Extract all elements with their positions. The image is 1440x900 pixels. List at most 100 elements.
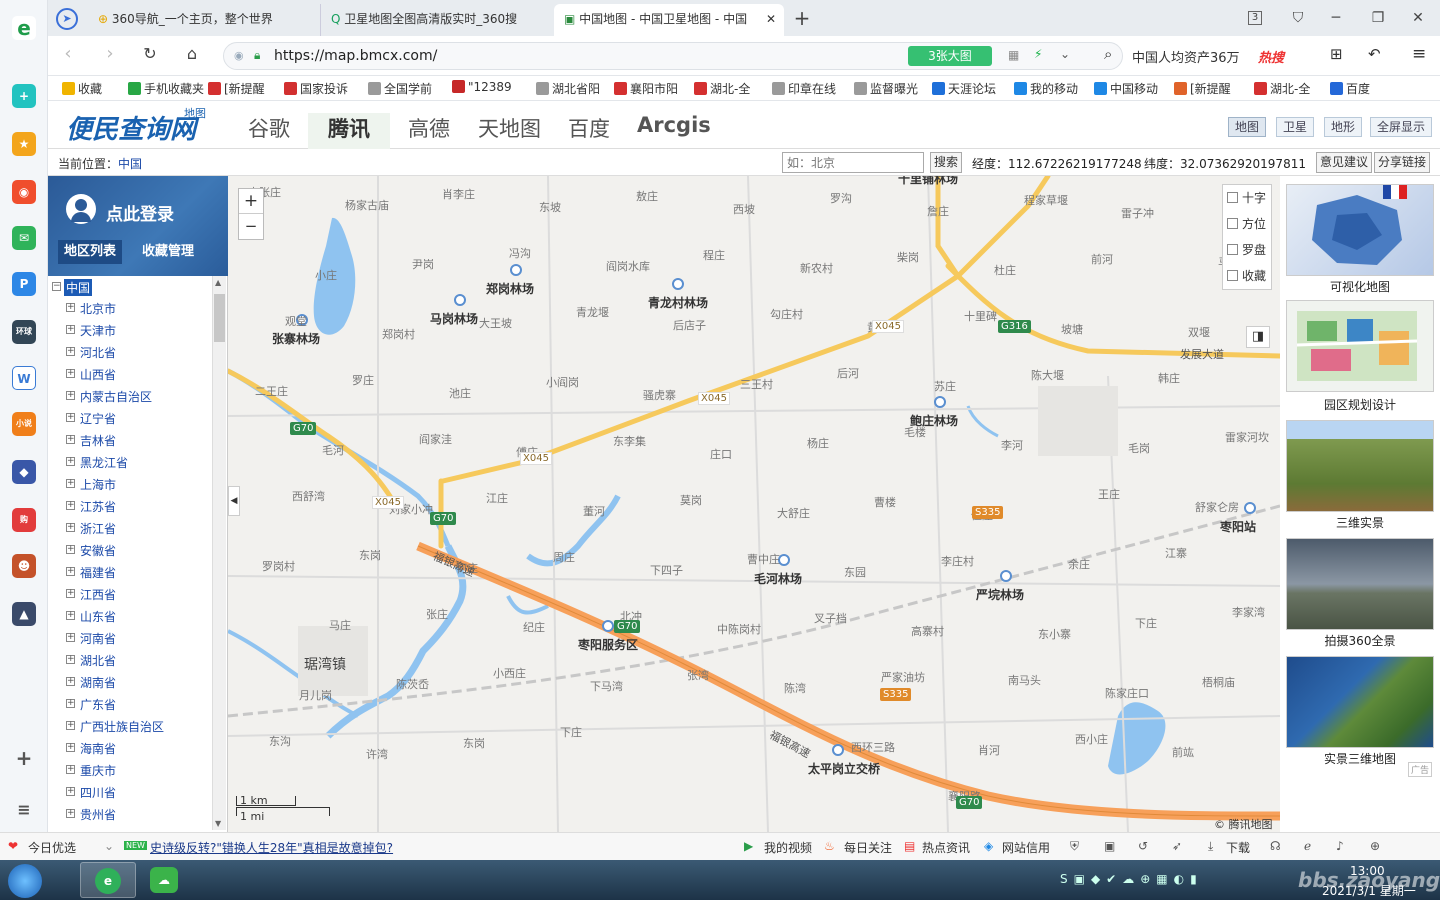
feedback-button[interactable]: 意见建议 [1316, 152, 1373, 173]
tab-tencent[interactable]: 腾讯 [308, 113, 390, 152]
tab-count-badge[interactable]: 3 [1248, 11, 1262, 25]
doc-icon[interactable]: W [12, 366, 36, 390]
status-item-video[interactable]: 我的视频 [764, 839, 812, 856]
status-item-daily[interactable]: 今日优选 [28, 839, 76, 856]
tab-region-list[interactable]: 地区列表 [58, 240, 123, 264]
region-item[interactable]: 湖北省 [80, 652, 116, 669]
tab-arcgis[interactable]: Arcgis [637, 113, 711, 137]
region-item[interactable]: 河南省 [80, 630, 116, 647]
region-item[interactable]: 上海市 [80, 476, 116, 493]
status-item-focus[interactable]: 每日关注 [844, 839, 892, 856]
collapse-icon[interactable]: − [52, 282, 61, 291]
zoom-out-button[interactable]: − [239, 214, 263, 239]
bookmark-16[interactable]: 百度 [1330, 80, 1370, 97]
screenshot-badge[interactable]: 3张大图 [908, 46, 992, 66]
poi-pin-icon[interactable] [1000, 570, 1012, 582]
region-item[interactable]: 广西壮族自治区 [80, 718, 164, 735]
share-link-button[interactable]: 分享链接 [1374, 152, 1431, 173]
site-logo[interactable]: 便民查询网 地图 [66, 105, 216, 145]
region-item[interactable]: 贵州省 [80, 806, 116, 823]
bookmark-10[interactable]: 监督曝光 [854, 80, 918, 97]
region-item[interactable]: 河北省 [80, 344, 116, 361]
region-item[interactable]: 重庆市 [80, 762, 116, 779]
expand-icon[interactable]: + [66, 501, 75, 510]
panorama-thumb[interactable] [1286, 538, 1434, 630]
home-button[interactable]: ⌂ [182, 44, 202, 64]
region-item[interactable]: 海南省 [80, 740, 116, 757]
undo-icon[interactable]: ↶ [1368, 45, 1381, 63]
poi-label[interactable]: 严垸林场 [976, 586, 1024, 603]
checkbox[interactable] [1227, 270, 1238, 281]
bookmark-3[interactable]: 国家投诉 [284, 80, 348, 97]
visual-map-label[interactable]: 可视化地图 [1280, 278, 1440, 295]
poi-label[interactable]: 张寨林场 [272, 330, 320, 347]
refresh-button[interactable]: ↻ [140, 44, 160, 64]
taskbar-wechat[interactable]: ☁ [140, 862, 190, 898]
checkbox[interactable] [1227, 218, 1238, 229]
poi-label[interactable]: 太平岗立交桥 [808, 760, 880, 777]
expand-icon[interactable]: + [66, 655, 75, 664]
bookmark-1[interactable]: 手机收藏夹 [128, 80, 204, 97]
poi-pin-icon[interactable] [672, 278, 684, 290]
expand-icon[interactable]: + [66, 523, 75, 532]
region-item[interactable]: 四川省 [80, 784, 116, 801]
region-item[interactable]: 天津市 [80, 322, 116, 339]
close-window-button[interactable]: ✕ [1408, 8, 1428, 28]
expand-icon[interactable]: + [66, 435, 75, 444]
back-button[interactable]: ‹ [58, 44, 78, 64]
poi-label[interactable]: 枣阳站 [1220, 518, 1256, 535]
rocket-icon[interactable]: ➶ [1172, 839, 1182, 853]
tab-3-active[interactable]: ▣ 中国地图 - 中国卫星地图 - 中国 ✕ [554, 4, 784, 36]
fullscreen-button[interactable]: 全屏显示 [1370, 117, 1433, 137]
expand-icon[interactable]: + [66, 391, 75, 400]
security-icon[interactable]: ⛨ [1070, 839, 1079, 854]
region-item[interactable]: 安徽省 [80, 542, 116, 559]
3d-scene-thumb[interactable] [1286, 420, 1434, 512]
login-link[interactable]: 点此登录 [106, 200, 174, 225]
game-icon[interactable]: ◆ [12, 460, 36, 484]
expand-icon[interactable]: + [66, 721, 75, 730]
shop-icon[interactable]: 购 [12, 508, 36, 532]
zoom-in-button[interactable]: + [239, 189, 263, 214]
bookmark-6[interactable]: 湖北省阳 [536, 80, 600, 97]
expand-icon[interactable]: + [66, 567, 75, 576]
bookmark-11[interactable]: 天涯论坛 [932, 80, 996, 97]
image-icon[interactable]: ▣ [1104, 839, 1115, 853]
map-toggle-0[interactable]: 十字 [1227, 189, 1266, 206]
region-item[interactable]: 江西省 [80, 586, 116, 603]
news-app-icon[interactable]: 环球 [12, 320, 36, 344]
apps-grid-icon[interactable]: ⊞ [1330, 45, 1343, 63]
tab-baidu[interactable]: 百度 [568, 113, 610, 143]
bookmark-15[interactable]: 湖北-全 [1254, 80, 1310, 97]
checkbox[interactable] [1227, 244, 1238, 255]
bookmark-8[interactable]: 湖北-全 [694, 80, 750, 97]
expand-icon[interactable]: + [66, 545, 75, 554]
search-suggestion[interactable]: 中国人均资产36万 [1132, 47, 1240, 66]
region-item[interactable]: 福建省 [80, 564, 116, 581]
new-tab-button[interactable]: + [792, 8, 812, 28]
ad-label[interactable]: 广告 [1408, 762, 1433, 777]
ie-icon[interactable]: ℯ [1304, 839, 1311, 853]
location-value[interactable]: 中国 [118, 155, 142, 172]
star-icon[interactable]: ★ [12, 132, 36, 156]
game2-icon[interactable]: ☻ [12, 554, 36, 578]
hot-search[interactable]: 热搜 [1258, 47, 1284, 66]
tab-tianditu[interactable]: 天地图 [478, 113, 541, 143]
region-item[interactable]: 吉林省 [80, 432, 116, 449]
bookmark-2[interactable]: [新提醒 [208, 80, 265, 97]
bookmark-4[interactable]: 全国学前 [368, 80, 432, 97]
map-canvas[interactable]: 郑岗林场 马岗林场 青龙村林场 张寨林场 鲍庄林场 毛河林场 严垸林场 枣阳服务区 太平岗立交桥… [228, 176, 1280, 832]
poi-pin-icon[interactable] [510, 264, 522, 276]
place-search-input[interactable] [782, 152, 924, 173]
bookmark-13[interactable]: 中国移动 [1094, 80, 1158, 97]
status-news-link[interactable]: 史诗级反转?"错换人生28年"真相是故意掉包? [150, 839, 393, 856]
panorama-icon[interactable]: ◨ [1246, 326, 1270, 348]
poi-pin-icon[interactable] [934, 396, 946, 408]
expand-icon[interactable]: + [66, 369, 75, 378]
browser-logo-icon[interactable]: e [12, 16, 36, 40]
poi-label[interactable]: 十里铺林场 [898, 176, 958, 187]
region-item[interactable]: 山西省 [80, 366, 116, 383]
real-3d-thumb[interactable] [1286, 656, 1434, 748]
status-item-hot[interactable]: 热点资讯 [922, 839, 970, 856]
panorama-label[interactable]: 拍摄360全景 [1280, 632, 1440, 649]
